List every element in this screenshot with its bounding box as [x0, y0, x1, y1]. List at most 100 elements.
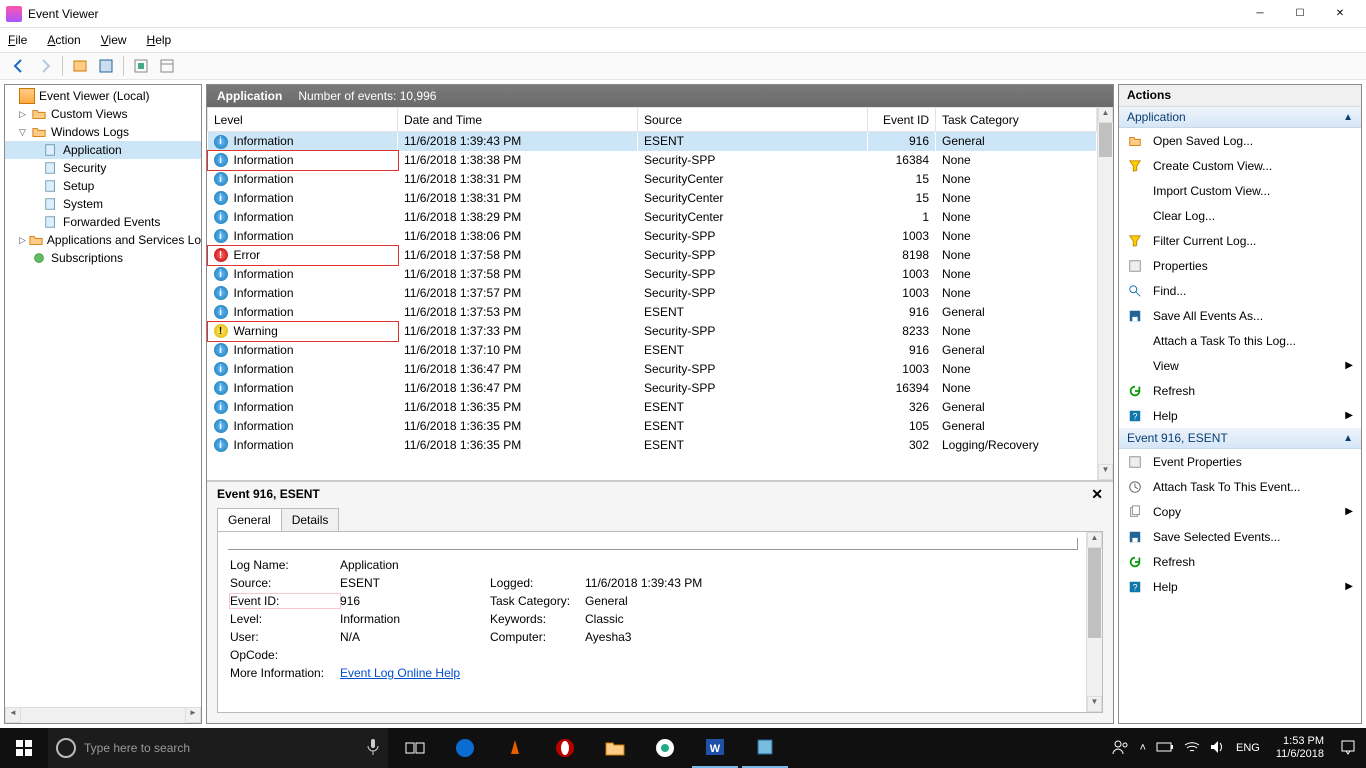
tab-general[interactable]: General [217, 508, 282, 531]
action-save-selected[interactable]: Save Selected Events... [1119, 524, 1361, 549]
forward-button[interactable] [34, 55, 56, 77]
toolbar-icon[interactable] [130, 55, 152, 77]
info-icon: i [214, 191, 228, 205]
action-help[interactable]: ?Help▶ [1119, 403, 1361, 428]
maximize-button[interactable]: ☐ [1280, 1, 1320, 27]
mic-icon[interactable] [366, 738, 380, 759]
action-refresh2[interactable]: Refresh [1119, 549, 1361, 574]
action-create-custom-view[interactable]: Create Custom View... [1119, 153, 1361, 178]
svg-text:W: W [710, 743, 721, 755]
minimize-button[interactable]: ─ [1240, 1, 1280, 27]
table-row[interactable]: iInformation11/6/2018 1:36:35 PMESENT105… [208, 417, 1097, 436]
action-event-properties[interactable]: Event Properties [1119, 449, 1361, 474]
edge-icon[interactable] [442, 728, 488, 768]
info-icon: i [214, 381, 228, 395]
tree-forwarded[interactable]: Forwarded Events [5, 213, 201, 231]
chrome-icon[interactable] [642, 728, 688, 768]
action-copy[interactable]: Copy▶ [1119, 499, 1361, 524]
menu-view[interactable]: View [99, 33, 129, 47]
eventviewer-taskbar-icon[interactable] [742, 728, 788, 768]
table-row[interactable]: iInformation11/6/2018 1:36:35 PMESENT326… [208, 398, 1097, 417]
table-row[interactable]: iInformation11/6/2018 1:37:57 PMSecurity… [208, 284, 1097, 303]
tree-hscrollbar[interactable]: ◄► [5, 707, 201, 723]
action-attach-task-event[interactable]: Attach Task To This Event... [1119, 474, 1361, 499]
opera-icon[interactable] [542, 728, 588, 768]
table-row[interactable]: iInformation11/6/2018 1:37:53 PMESENT916… [208, 303, 1097, 322]
table-row[interactable]: iInformation11/6/2018 1:36:47 PMSecurity… [208, 379, 1097, 398]
taskbar-search[interactable]: Type here to search [48, 728, 388, 768]
actions-section-event[interactable]: Event 916, ESENT▲ [1119, 428, 1361, 449]
tree-application[interactable]: Application [5, 141, 201, 159]
menu-action[interactable]: Action [45, 33, 82, 47]
back-button[interactable] [8, 55, 30, 77]
toolbar-icon[interactable] [69, 55, 91, 77]
detail-vscrollbar[interactable]: ▲▼ [1086, 532, 1102, 712]
val-user: N/A [340, 630, 490, 644]
table-row[interactable]: iInformation11/6/2018 1:36:35 PMESENT302… [208, 436, 1097, 455]
action-help2[interactable]: ?Help▶ [1119, 574, 1361, 599]
lbl-computer: Computer: [490, 630, 585, 644]
grid-vscrollbar[interactable]: ▲▼ [1097, 107, 1113, 480]
wifi-icon[interactable] [1184, 740, 1200, 757]
table-row[interactable]: iInformation11/6/2018 1:38:31 PMSecurity… [208, 170, 1097, 189]
tree-app-services[interactable]: ▷Applications and Services Lo [5, 231, 201, 249]
col-task[interactable]: Task Category [936, 108, 1097, 132]
start-button[interactable] [0, 728, 48, 768]
action-import-custom-view[interactable]: Import Custom View... [1119, 178, 1361, 203]
action-clear-log[interactable]: Clear Log... [1119, 203, 1361, 228]
vlc-icon[interactable] [492, 728, 538, 768]
col-level[interactable]: Level [208, 108, 398, 132]
table-row[interactable]: !Warning11/6/2018 1:37:33 PMSecurity-SPP… [208, 322, 1097, 341]
tree-custom-views[interactable]: ▷Custom Views [5, 105, 201, 123]
action-properties[interactable]: Properties [1119, 253, 1361, 278]
val-computer: Ayesha3 [585, 630, 785, 644]
table-row[interactable]: iInformation11/6/2018 1:37:58 PMSecurity… [208, 265, 1097, 284]
tab-details[interactable]: Details [281, 508, 340, 531]
menu-help[interactable]: Help [145, 33, 174, 47]
col-datetime[interactable]: Date and Time [398, 108, 638, 132]
tray-chevron-icon[interactable]: ˄ [1140, 742, 1146, 754]
tree-setup[interactable]: Setup [5, 177, 201, 195]
battery-icon[interactable] [1156, 741, 1174, 756]
link-event-log-help[interactable]: Event Log Online Help [340, 666, 460, 680]
tree-subscriptions[interactable]: Subscriptions [5, 249, 201, 267]
word-icon[interactable]: W [692, 728, 738, 768]
action-open-saved-log[interactable]: Open Saved Log... [1119, 128, 1361, 153]
explorer-icon[interactable] [592, 728, 638, 768]
action-refresh[interactable]: Refresh [1119, 378, 1361, 403]
taskbar-clock[interactable]: 1:53 PM 11/6/2018 [1270, 735, 1330, 761]
table-row[interactable]: iInformation11/6/2018 1:37:10 PMESENT916… [208, 341, 1097, 360]
action-save-all-events[interactable]: Save All Events As... [1119, 303, 1361, 328]
task-view-icon[interactable] [392, 728, 438, 768]
tree-root[interactable]: Event Viewer (Local) [5, 87, 201, 105]
col-eventid[interactable]: Event ID [868, 108, 936, 132]
svg-text:?: ? [1133, 411, 1138, 421]
table-row[interactable]: iInformation11/6/2018 1:39:43 PMESENT916… [208, 132, 1097, 151]
col-source[interactable]: Source [638, 108, 868, 132]
table-row[interactable]: iInformation11/6/2018 1:38:38 PMSecurity… [208, 151, 1097, 170]
tree-security[interactable]: Security [5, 159, 201, 177]
notifications-icon[interactable] [1340, 739, 1356, 758]
lang-indicator[interactable]: ENG [1236, 742, 1260, 754]
volume-icon[interactable] [1210, 740, 1226, 757]
table-row[interactable]: iInformation11/6/2018 1:38:29 PMSecurity… [208, 208, 1097, 227]
actions-section-application[interactable]: Application▲ [1119, 107, 1361, 128]
event-grid[interactable]: Level Date and Time Source Event ID Task… [207, 107, 1097, 480]
val-logged: 11/6/2018 1:39:43 PM [585, 576, 785, 590]
action-filter-current-log[interactable]: Filter Current Log... [1119, 228, 1361, 253]
tree-windows-logs[interactable]: ▽Windows Logs [5, 123, 201, 141]
menu-file[interactable]: File [6, 33, 29, 47]
action-find[interactable]: Find... [1119, 278, 1361, 303]
toolbar-icon[interactable] [95, 55, 117, 77]
table-row[interactable]: iInformation11/6/2018 1:36:47 PMSecurity… [208, 360, 1097, 379]
people-icon[interactable] [1112, 739, 1130, 758]
action-view[interactable]: View▶ [1119, 353, 1361, 378]
tree-system[interactable]: System [5, 195, 201, 213]
table-row[interactable]: !Error11/6/2018 1:37:58 PMSecurity-SPP81… [208, 246, 1097, 265]
close-button[interactable]: ✕ [1320, 1, 1360, 27]
action-attach-task[interactable]: Attach a Task To this Log... [1119, 328, 1361, 353]
table-row[interactable]: iInformation11/6/2018 1:38:31 PMSecurity… [208, 189, 1097, 208]
table-row[interactable]: iInformation11/6/2018 1:38:06 PMSecurity… [208, 227, 1097, 246]
toolbar-icon[interactable] [156, 55, 178, 77]
detail-close-icon[interactable]: ✕ [1091, 486, 1103, 503]
